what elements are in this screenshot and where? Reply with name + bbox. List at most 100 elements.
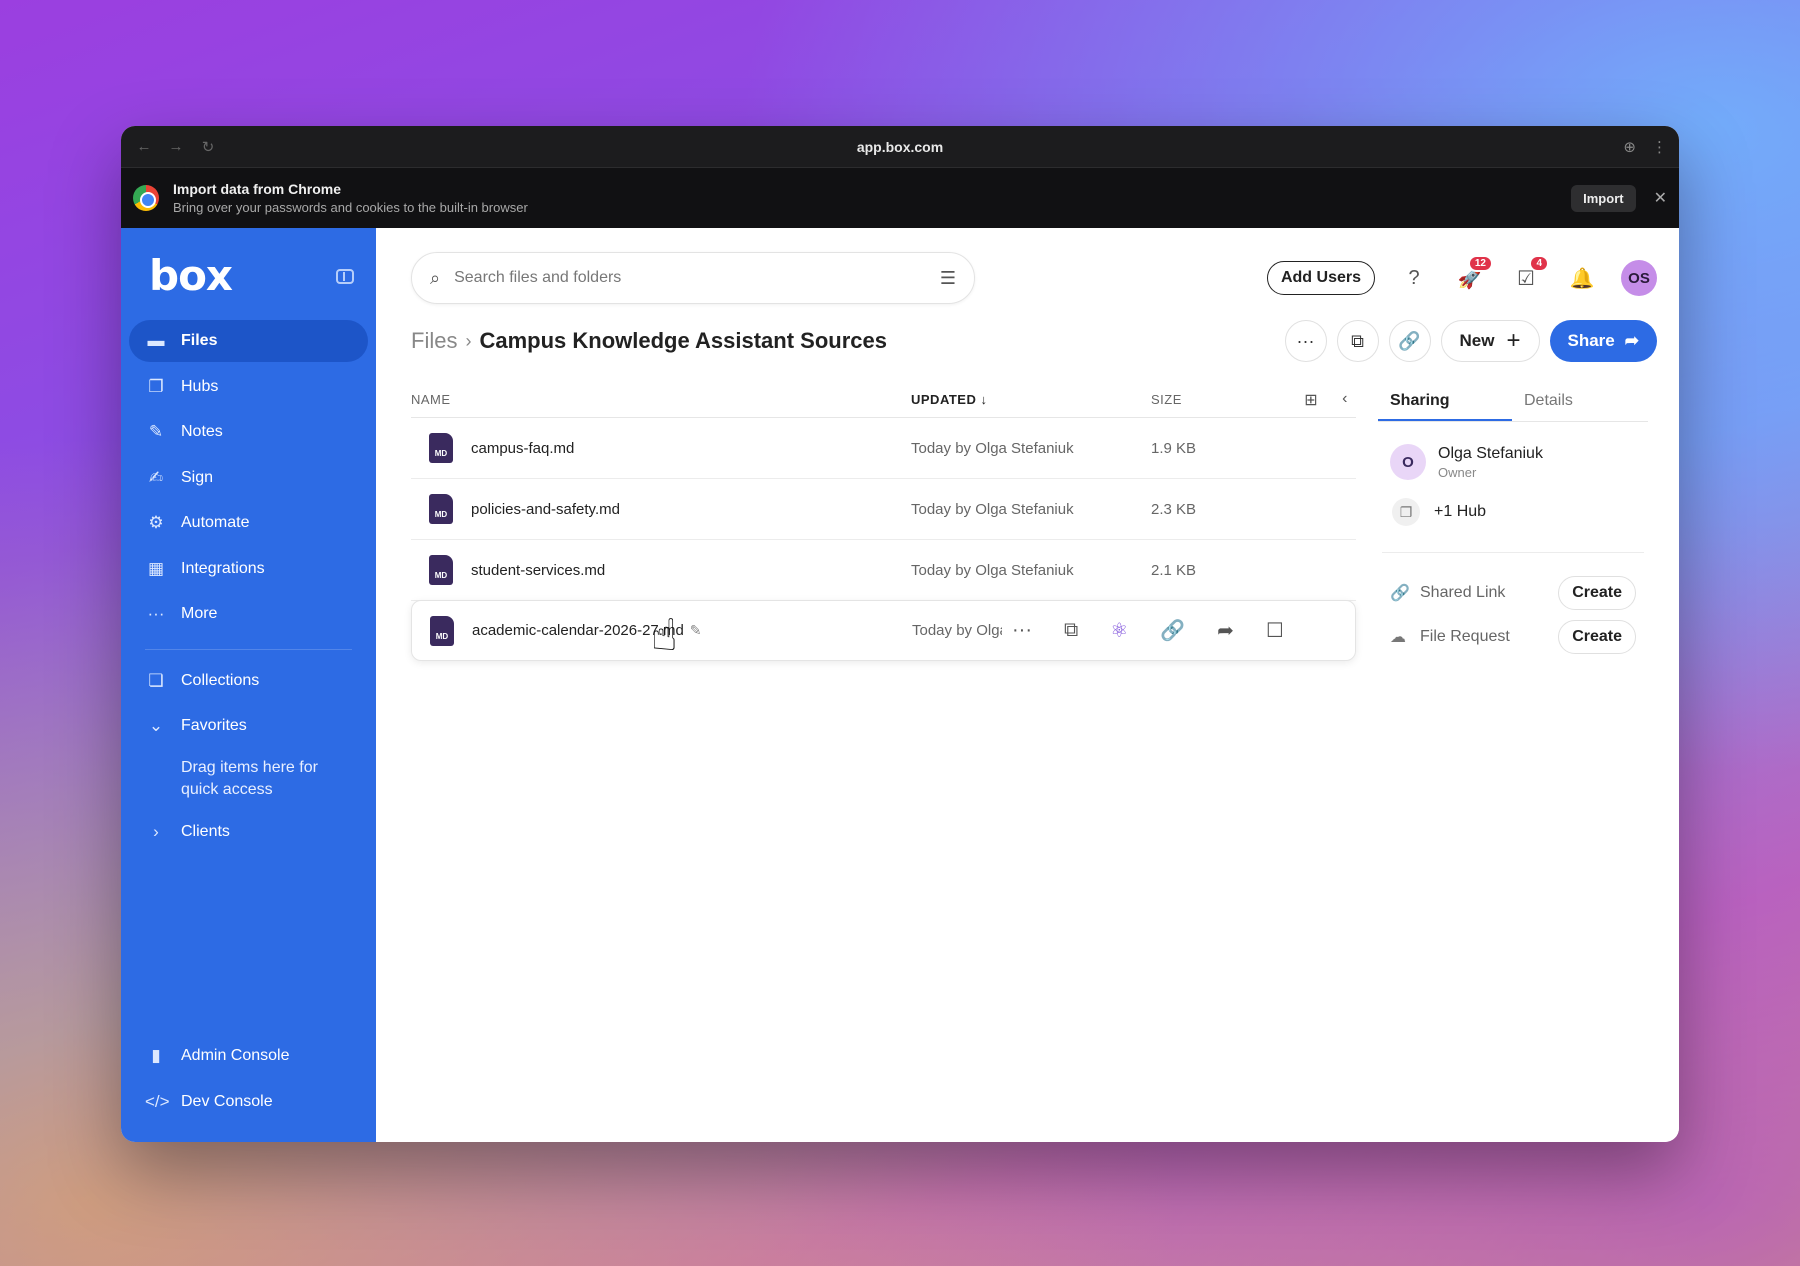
sidebar-item-sign[interactable]: ✍ Sign bbox=[129, 457, 368, 499]
code-icon: </> bbox=[145, 1091, 170, 1111]
share-button[interactable]: Share ➦ bbox=[1549, 320, 1657, 362]
automate-icon: ⚙ bbox=[148, 513, 164, 532]
page-title: Campus Knowledge Assistant Sources bbox=[479, 328, 887, 353]
extension-icon[interactable]: ⊕ bbox=[1623, 138, 1636, 156]
address-bar[interactable]: app.box.com bbox=[121, 139, 1679, 155]
import-banner: Import data from Chrome Bring over your … bbox=[121, 168, 1679, 228]
hubs-icon: ❐ bbox=[1392, 498, 1420, 526]
file-list: NAME UPDATED ↓ SIZE ⊞ ‹ MD campus-faq.md… bbox=[411, 382, 1356, 661]
sidebar-item-files[interactable]: ▬ Files bbox=[129, 320, 368, 362]
markdown-file-icon: MD bbox=[430, 615, 454, 646]
link-button[interactable]: 🔗 bbox=[1388, 320, 1431, 362]
sidebar-item-label: Sign bbox=[181, 468, 214, 486]
bell-icon[interactable]: 🔔 bbox=[1565, 261, 1599, 295]
share-arrow-icon: ➦ bbox=[1624, 331, 1639, 350]
more-options-icon[interactable]: ··· bbox=[1012, 619, 1032, 642]
search-icon: ⌕ bbox=[430, 267, 441, 288]
sidebar-item-automate[interactable]: ⚙ Automate bbox=[129, 502, 368, 544]
tab-details[interactable]: Details bbox=[1512, 382, 1646, 421]
more-icon: ··· bbox=[147, 604, 165, 623]
table-row[interactable]: MD academic-calendar-2026-27.md ✎ Today … bbox=[411, 600, 1356, 661]
table-row[interactable]: MD policies-and-safety.md Today by Olga … bbox=[411, 479, 1356, 540]
chevron-right-icon: › bbox=[465, 330, 472, 351]
sharing-panel: Sharing Details O Olga Stefaniuk Owner ❐… bbox=[1378, 382, 1648, 661]
create-file-request-button[interactable]: Create bbox=[1558, 620, 1636, 654]
table-row[interactable]: MD campus-faq.md Today by Olga Stefaniuk… bbox=[411, 418, 1356, 479]
sidebar-item-hubs[interactable]: ❐ Hubs bbox=[129, 366, 368, 408]
file-request-row: ☁ File Request Create bbox=[1378, 615, 1648, 659]
import-banner-subtitle: Bring over your passwords and cookies to… bbox=[173, 200, 528, 215]
markdown-file-icon: MD bbox=[429, 494, 453, 524]
box-logo[interactable]: box bbox=[149, 255, 233, 297]
sidebar-item-label: Integrations bbox=[181, 559, 265, 577]
avatar[interactable]: OS bbox=[1621, 260, 1657, 296]
sidebar-item-label: More bbox=[181, 605, 218, 622]
shared-link-row: 🔗 Shared Link Create bbox=[1378, 571, 1648, 615]
folder-icon: ▬ bbox=[147, 331, 165, 350]
import-button[interactable]: Import bbox=[1571, 184, 1636, 212]
sidebar-collapse-icon[interactable] bbox=[336, 268, 354, 284]
table-row[interactable]: MD student-services.md Today by Olga Ste… bbox=[411, 540, 1356, 601]
file-name[interactable]: campus-faq.md bbox=[471, 440, 911, 457]
sidebar-item-integrations[interactable]: ▦ Integrations bbox=[129, 548, 368, 590]
new-button-label: New bbox=[1459, 331, 1495, 350]
browser-toolbar: ← → ↻ app.box.com ⊕ ⋮ bbox=[121, 126, 1679, 168]
sidebar-item-label: Collections bbox=[181, 671, 260, 689]
hub-count: +1 Hub bbox=[1434, 503, 1487, 520]
sidebar-item-label: Files bbox=[181, 332, 218, 349]
plus-icon: + bbox=[1506, 327, 1521, 354]
sidebar-item-more[interactable]: ··· More bbox=[129, 593, 368, 635]
rename-pencil-icon[interactable]: ✎ bbox=[690, 622, 702, 639]
help-icon[interactable]: ? bbox=[1397, 261, 1431, 295]
updates-icon[interactable]: 🚀 12 bbox=[1453, 255, 1493, 295]
column-name[interactable]: NAME bbox=[411, 392, 911, 407]
add-users-button[interactable]: Add Users bbox=[1266, 261, 1375, 295]
tasks-icon[interactable]: ☑ 4 bbox=[1509, 255, 1549, 295]
bar-chart-icon: ▮ bbox=[151, 1046, 161, 1065]
link-icon[interactable]: 🔗 bbox=[1160, 618, 1185, 643]
share-arrow-icon[interactable]: ➦ bbox=[1217, 618, 1234, 643]
breadcrumb-files[interactable]: Files bbox=[411, 328, 457, 354]
chrome-logo-icon bbox=[133, 185, 159, 211]
sidebar-item-label: Notes bbox=[181, 423, 223, 440]
hub-row[interactable]: ❐ +1 Hub bbox=[1378, 480, 1648, 526]
sidebar-item-notes[interactable]: ✎ Notes bbox=[129, 411, 368, 453]
sidebar-item-dev-console[interactable]: </> Dev Console bbox=[129, 1081, 368, 1123]
create-shared-link-button[interactable]: Create bbox=[1558, 576, 1636, 610]
link-icon: 🔗 bbox=[1390, 585, 1410, 602]
chevron-left-icon[interactable]: ‹ bbox=[1342, 390, 1348, 410]
column-updated[interactable]: UPDATED ↓ bbox=[911, 392, 1151, 407]
search-input[interactable] bbox=[454, 269, 940, 287]
file-size: 2.3 KB bbox=[1151, 500, 1197, 518]
owner-name: Olga Stefaniuk bbox=[1438, 444, 1543, 462]
search-bar[interactable]: ⌕ ☰ bbox=[411, 252, 975, 304]
sidebar-item-label: Clients bbox=[181, 822, 230, 840]
sidebar-item-admin-console[interactable]: ▮ Admin Console bbox=[129, 1035, 368, 1077]
sign-icon: ✍ bbox=[148, 467, 164, 487]
sidebar-item-clients[interactable]: › Clients bbox=[129, 811, 368, 853]
list-header: NAME UPDATED ↓ SIZE ⊞ ‹ bbox=[411, 382, 1356, 418]
file-request-label: File Request bbox=[1420, 628, 1510, 645]
sidebar-item-favorites[interactable]: ⌄ Favorites bbox=[129, 705, 368, 747]
file-updated: Today by Olga Stefaniuk bbox=[911, 561, 1074, 579]
grid-view-icon[interactable]: ⊞ bbox=[1304, 390, 1318, 410]
column-size[interactable]: SIZE bbox=[1151, 392, 1271, 407]
file-name[interactable]: student-services.md bbox=[471, 562, 911, 579]
sidebar-item-label: Hubs bbox=[181, 377, 219, 395]
copy-icon[interactable]: ⧉ bbox=[1064, 619, 1078, 642]
more-options-button[interactable]: ··· bbox=[1284, 320, 1327, 362]
box-ai-icon[interactable]: ⚛ bbox=[1110, 618, 1128, 643]
copy-folder-button[interactable]: ⧉ bbox=[1336, 320, 1379, 362]
sidebar-item-collections[interactable]: ❏ Collections bbox=[129, 660, 368, 702]
browser-window: ← → ↻ app.box.com ⊕ ⋮ Import data from C… bbox=[121, 126, 1679, 1142]
tasks-badge: 4 bbox=[1529, 255, 1549, 272]
tab-sharing[interactable]: Sharing bbox=[1378, 382, 1512, 421]
close-icon[interactable]: ✕ bbox=[1654, 188, 1667, 208]
row-actions: ··· ⧉ ⚛ 🔗 ➦ ☐ bbox=[1002, 618, 1284, 643]
select-checkbox[interactable]: ☐ bbox=[1266, 618, 1284, 643]
filter-icon[interactable]: ☰ bbox=[940, 268, 956, 289]
markdown-file-icon: MD bbox=[429, 555, 453, 585]
browser-menu-icon[interactable]: ⋮ bbox=[1652, 138, 1667, 156]
new-button[interactable]: New + bbox=[1440, 320, 1540, 362]
file-name[interactable]: policies-and-safety.md bbox=[471, 501, 911, 518]
